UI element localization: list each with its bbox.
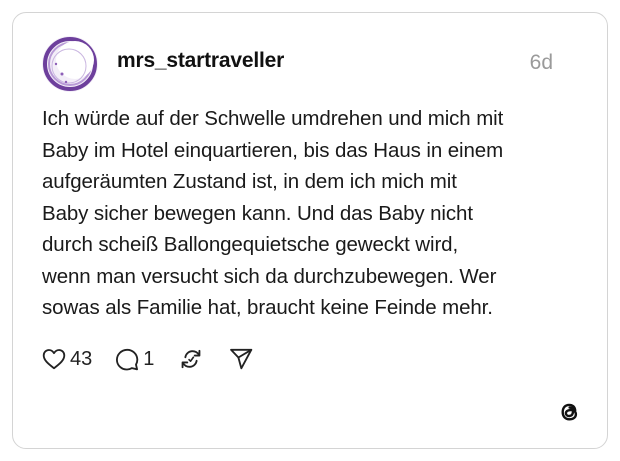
threads-logo-icon [555,398,583,426]
post-text-line: sowas als Familie hat, braucht keine Fei… [42,296,493,319]
share-button[interactable] [228,346,254,372]
post-text-line: durch scheiß Ballongequietsche geweckt w… [42,233,459,256]
avatar[interactable] [42,36,98,92]
like-button[interactable]: 43 [41,346,92,372]
repost-button[interactable] [178,346,204,372]
post-timestamp: 6d [529,51,553,74]
send-icon [230,348,253,370]
post-text-line: Ich würde auf der Schwelle umdrehen und … [42,107,504,130]
post-text-line: wenn man versucht sich da durchzubewegen… [42,264,497,288]
crescent-moon-avatar-icon [42,36,98,92]
post-actions: 43 1 [41,344,254,374]
post-text-line: aufgeräumten Zustand ist, in dem ich mic… [42,170,457,193]
reply-button[interactable]: 1 [114,346,154,372]
like-count: 43 [70,347,93,370]
reply-count: 1 [143,347,155,370]
speech-bubble-icon [116,348,139,371]
heart-icon [42,349,66,370]
repost-icon [182,349,201,369]
threads-logo-icon [561,403,578,421]
post-body: Ich würde auf der Schwelle umdrehen und … [42,103,590,324]
post-text-line: Baby im Hotel einquartieren, bis das Hau… [42,138,504,162]
post-text-line: Baby sicher bewegen kann. Und das Baby n… [42,201,473,225]
username[interactable]: mrs_startraveller [117,49,284,73]
post-card: mrs_startraveller 6d Ich würde auf der S… [12,12,608,449]
